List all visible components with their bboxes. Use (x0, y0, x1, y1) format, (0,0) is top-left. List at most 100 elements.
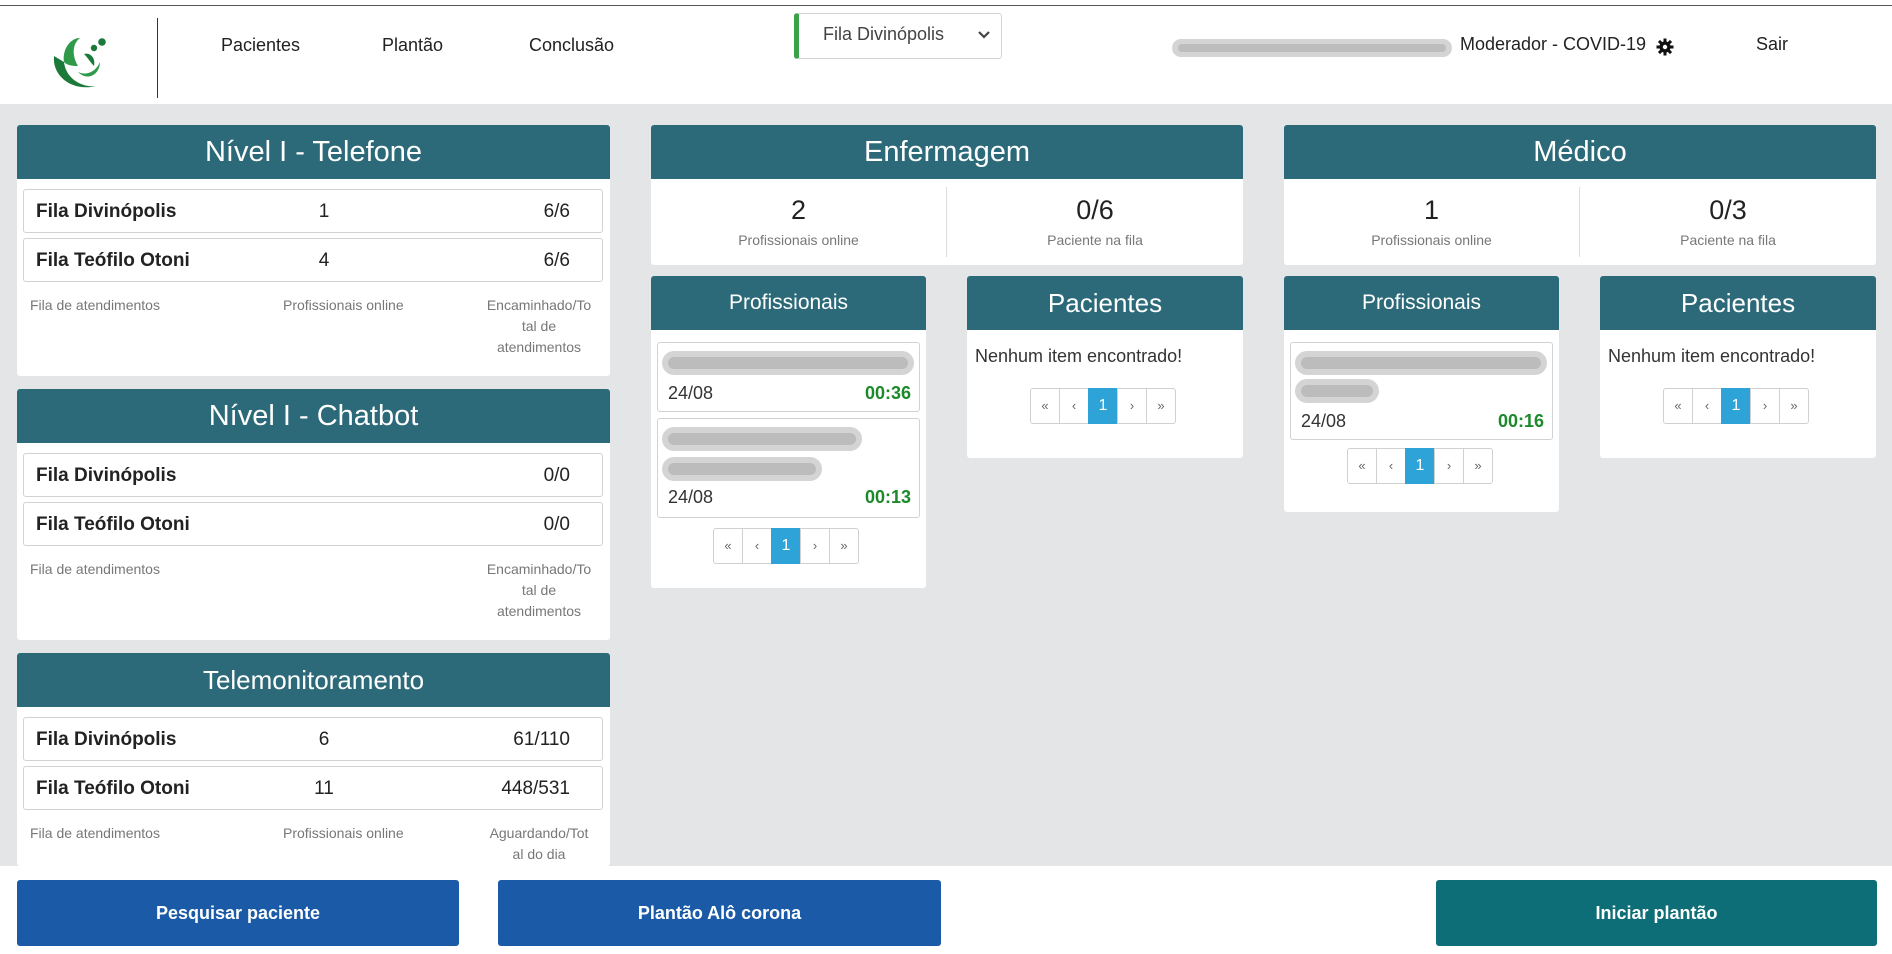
page-current[interactable]: 1 (1088, 388, 1118, 424)
online-count: 11 (314, 778, 334, 799)
ratio-value: 61/110 (513, 729, 570, 750)
user-name-redacted (1172, 39, 1452, 57)
page-current[interactable]: 1 (1405, 448, 1435, 484)
ratio-value: 6/6 (543, 201, 570, 222)
page-next[interactable]: › (1117, 388, 1147, 424)
page-first[interactable]: « (1347, 448, 1377, 484)
card-nivel-telefone: Nível I - Telefone Fila Divinópolis 1 6/… (17, 125, 610, 376)
queue-row: Fila Divinópolis 1 6/6 (23, 189, 603, 233)
header-divider (157, 18, 158, 98)
queue-row: Fila Teófilo Otoni 11 448/531 (23, 766, 603, 810)
professional-time: 00:36 (864, 383, 911, 403)
queue-row: Fila Divinópolis 6 61/110 (23, 717, 603, 761)
online-count: 4 (318, 250, 330, 271)
queue-label: Paciente na fila (1680, 232, 1776, 248)
card-enfermagem-profissionais: Profissionais 24/08 00:36 24/08 00:13 « … (651, 276, 926, 588)
card-title: Médico (1284, 125, 1876, 179)
action-bar: Pesquisar paciente Plantão Alô corona In… (0, 866, 1892, 954)
page-prev[interactable]: ‹ (1059, 388, 1089, 424)
page-next[interactable]: › (800, 528, 830, 564)
page-last[interactable]: » (1146, 388, 1176, 424)
queue-count: 0/6 (1076, 195, 1114, 225)
professional-name-redacted (662, 457, 822, 481)
nav-conclusao[interactable]: Conclusão (529, 35, 614, 56)
nav-plantao[interactable]: Plantão (382, 35, 443, 56)
empty-message: Nenhum item encontrado! (1608, 346, 1816, 366)
ratio-value: 6/6 (543, 250, 570, 271)
queue-name: Fila Teófilo Otoni (36, 778, 190, 799)
online-count: 2 (790, 195, 807, 225)
column-label-online: Profissionais online (283, 825, 404, 841)
card-medico-pacientes: Pacientes Nenhum item encontrado! « ‹ 1 … (1600, 276, 1876, 458)
ratio-value: 0/0 (543, 465, 570, 486)
professional-item[interactable]: 24/08 00:36 (657, 342, 920, 412)
user-role: Moderador - COVID-19 (1460, 34, 1647, 54)
logout-link[interactable]: Sair (1756, 34, 1788, 55)
dashboard-area: Nível I - Telefone Fila Divinópolis 1 6/… (0, 104, 1892, 866)
label-line: Encaminhado/To (486, 297, 592, 313)
card-enfermagem-pacientes: Pacientes Nenhum item encontrado! « ‹ 1 … (967, 276, 1243, 458)
professional-item[interactable]: 24/08 00:16 (1290, 342, 1553, 440)
app-logo-icon[interactable] (44, 26, 116, 98)
label-line: Encaminhado/To (486, 561, 592, 577)
page-first[interactable]: « (1663, 388, 1693, 424)
stat-online: 1 Profissionais online (1284, 195, 1579, 248)
card-title: Pacientes (967, 276, 1243, 330)
page-prev[interactable]: ‹ (1692, 388, 1722, 424)
queue-row: Fila Teófilo Otoni 0/0 (23, 502, 603, 546)
column-label-ratio: Encaminhado/To tal de atendimentos (479, 559, 599, 622)
online-count: 1 (1423, 195, 1440, 225)
card-nivel-chatbot: Nível I - Chatbot Fila Divinópolis 0/0 F… (17, 389, 610, 640)
card-enfermagem: Enfermagem 2 Profissionais online 0/6 Pa… (651, 125, 1243, 265)
page-next[interactable]: › (1434, 448, 1464, 484)
nav-pacientes[interactable]: Pacientes (221, 35, 300, 56)
online-count: 6 (318, 729, 330, 750)
label-line: atendimentos (496, 603, 582, 619)
pagination: « ‹ 1 › » (1030, 388, 1176, 424)
page-current[interactable]: 1 (771, 528, 801, 564)
card-telemonitoramento: Telemonitoramento Fila Divinópolis 6 61/… (17, 653, 610, 866)
card-title: Telemonitoramento (17, 653, 610, 707)
label-line: atendimentos (496, 339, 582, 355)
professional-item[interactable]: 24/08 00:13 (657, 418, 920, 518)
column-label-queue: Fila de atendimentos (30, 561, 160, 577)
page-first[interactable]: « (1030, 388, 1060, 424)
start-shift-button[interactable]: Iniciar plantão (1436, 880, 1877, 946)
column-label-queue: Fila de atendimentos (30, 297, 160, 313)
online-count: 1 (318, 201, 330, 222)
gear-icon[interactable] (1656, 38, 1674, 56)
professional-name-redacted (1295, 351, 1547, 375)
card-medico-profissionais: Profissionais 24/08 00:16 « ‹ 1 › » (1284, 276, 1559, 512)
stat-online: 2 Profissionais online (651, 195, 946, 248)
professional-time: 00:13 (864, 487, 911, 507)
stat-queue: 0/6 Paciente na fila (947, 195, 1243, 248)
search-patient-button[interactable]: Pesquisar paciente (17, 880, 459, 946)
label-line: tal de (521, 318, 557, 334)
label-line: Aguardando/Tot (489, 825, 589, 841)
pagination: « ‹ 1 › » (713, 528, 859, 564)
card-title: Profissionais (1284, 276, 1559, 330)
ratio-value: 448/531 (501, 778, 570, 799)
ratio-value: 0/0 (543, 514, 570, 535)
label-line: al do dia (512, 846, 566, 862)
page-last[interactable]: » (1463, 448, 1493, 484)
plantao-alo-corona-button[interactable]: Plantão Alô corona (498, 880, 941, 946)
queue-select-value: Fila Divinópolis (823, 24, 945, 44)
page-prev[interactable]: ‹ (1376, 448, 1406, 484)
page-next[interactable]: › (1750, 388, 1780, 424)
professional-time: 00:16 (1497, 411, 1544, 431)
column-label-queue: Fila de atendimentos (30, 825, 160, 841)
page-prev[interactable]: ‹ (742, 528, 772, 564)
page-last[interactable]: » (829, 528, 859, 564)
page-first[interactable]: « (713, 528, 743, 564)
page-last[interactable]: » (1779, 388, 1809, 424)
professional-name-redacted (662, 351, 914, 375)
page-current[interactable]: 1 (1721, 388, 1751, 424)
queue-label: Paciente na fila (1047, 232, 1143, 248)
card-title: Enfermagem (651, 125, 1243, 179)
queue-select[interactable]: Fila Divinópolis (794, 13, 1002, 59)
online-label: Profissionais online (1371, 232, 1492, 248)
professional-name-redacted (1295, 379, 1379, 403)
card-title: Nível I - Telefone (17, 125, 610, 179)
professional-name-redacted (662, 427, 862, 451)
